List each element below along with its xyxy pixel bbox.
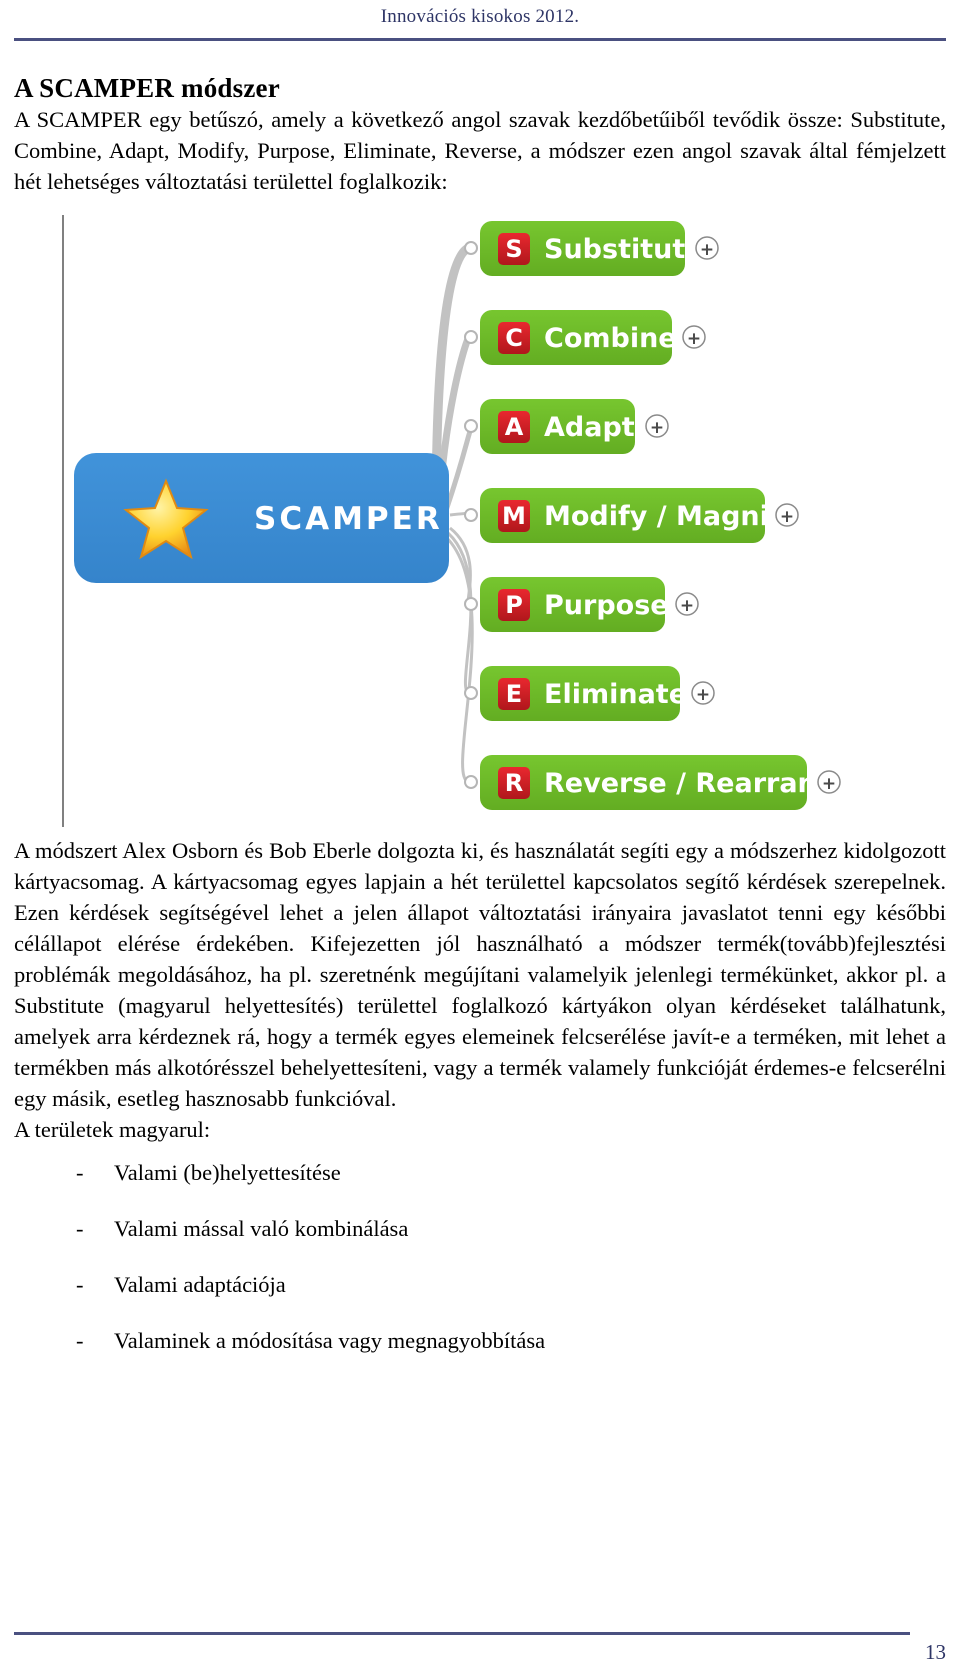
branch-node-eliminate[interactable]: E Eliminate + xyxy=(464,665,715,721)
badge-letter: E xyxy=(506,680,522,708)
intro-paragraph: A SCAMPER egy betűszó, amely a következő… xyxy=(14,106,946,194)
connector-dot xyxy=(464,685,478,700)
scamper-mindmap-svg: SCAMPER S Substitute + C Combine + A Ada… xyxy=(74,220,854,810)
header-divider xyxy=(14,38,946,41)
document-content: A SCAMPER módszer A SCAMPER egy betűszó,… xyxy=(14,73,946,1383)
badge-letter: C xyxy=(505,324,523,352)
plus-icon: + xyxy=(650,418,664,438)
list-item: - Valami adaptációja xyxy=(14,1271,946,1298)
header-title: Innovációs kisokos 2012. xyxy=(380,6,580,27)
center-node-label: SCAMPER xyxy=(254,501,443,537)
badge-letter: M xyxy=(502,502,526,530)
body-paragraph: A módszert Alex Osborn és Bob Eberle dol… xyxy=(14,837,946,1112)
list-item-label: Valami mással való kombinálása xyxy=(114,1216,409,1242)
connector-dot xyxy=(464,596,478,611)
list-item-label: Valami adaptációja xyxy=(114,1272,286,1298)
branch-node-modify-magnify[interactable]: M Modify / Magnify + xyxy=(464,487,799,543)
node-label: Combine xyxy=(544,323,677,354)
plus-icon: + xyxy=(696,685,710,705)
list-item: - Valami mással való kombinálása xyxy=(14,1215,946,1242)
scamper-mindmap-figure: SCAMPER S Substitute + C Combine + A Ada… xyxy=(14,214,946,835)
list-item-label: Valami (be)helyettesítése xyxy=(114,1160,341,1186)
branch-node-adapt[interactable]: A Adapt + xyxy=(464,398,669,454)
page-title: A SCAMPER módszer xyxy=(14,73,280,103)
connector-dot xyxy=(464,774,478,789)
list-bullet: - xyxy=(76,1328,84,1354)
node-label: Modify / Magnify xyxy=(544,501,799,532)
page-number: 13 xyxy=(925,1640,946,1664)
list-bullet: - xyxy=(76,1272,84,1298)
footer-divider xyxy=(14,1632,910,1635)
plus-icon: + xyxy=(680,596,694,616)
connector-dot xyxy=(464,329,478,344)
plus-icon: + xyxy=(687,329,701,349)
node-label: Purpose xyxy=(544,590,669,621)
plus-icon: + xyxy=(700,240,714,260)
branch-node-purpose[interactable]: P Purpose + xyxy=(464,576,699,632)
list-item: - Valami (be)helyettesítése xyxy=(14,1159,946,1186)
connector-dot xyxy=(464,507,478,522)
badge-letter: S xyxy=(505,235,522,263)
badge-letter: P xyxy=(505,591,523,619)
node-label: Reverse / Rearrange xyxy=(544,768,854,799)
page-footer: 13 xyxy=(0,1616,960,1676)
badge-letter: R xyxy=(505,769,523,797)
list-bullet: - xyxy=(76,1216,84,1242)
list-item-label: Valaminek a módosítása vagy megnagyobbít… xyxy=(114,1328,546,1354)
branch-node-substitute[interactable]: S Substitute + xyxy=(464,220,719,276)
node-label: Substitute xyxy=(544,234,704,265)
node-label: Adapt xyxy=(544,412,635,443)
list-item: - Valaminek a módosítása vagy megnagyobb… xyxy=(14,1327,946,1354)
badge-letter: A xyxy=(505,413,524,441)
areas-list: - Valami (be)helyettesítése - Valami más… xyxy=(14,1159,946,1354)
center-node-scamper[interactable]: SCAMPER xyxy=(74,452,449,583)
branch-node-combine[interactable]: C Combine + xyxy=(464,309,706,365)
list-bullet: - xyxy=(76,1160,84,1186)
branch-node-reverse-rearrange[interactable]: R Reverse / Rearrange + xyxy=(464,754,854,810)
connector-dot xyxy=(464,240,478,255)
node-label: Eliminate xyxy=(544,679,687,710)
connector-dot xyxy=(464,418,478,433)
plus-icon: + xyxy=(822,774,836,794)
list-intro-text: A területek magyarul: xyxy=(14,1117,211,1143)
page-header: Innovációs kisokos 2012. xyxy=(0,0,960,46)
plus-icon: + xyxy=(780,507,794,527)
